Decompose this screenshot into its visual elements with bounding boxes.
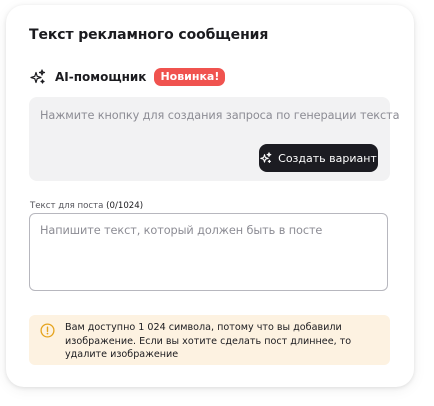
ai-helper-label: AI-помощник <box>55 70 147 84</box>
ai-helper-header: AI-помощник Новинка! <box>30 67 226 87</box>
ai-helper-panel: Нажмите кнопку для создания запроса по г… <box>29 97 400 181</box>
post-text-label-text: Текст для поста <box>30 201 104 211</box>
post-text-label: Текст для поста (0/1024) <box>30 201 143 211</box>
post-text-placeholder: Напишите текст, который должен быть в по… <box>40 224 323 237</box>
create-variant-label: Создать вариант <box>278 151 377 165</box>
create-variant-button[interactable]: Создать вариант <box>259 144 378 172</box>
notice-text: Вам доступно 1 024 символа, потому что в… <box>65 322 352 360</box>
sparkles-icon <box>260 152 272 164</box>
post-text-input[interactable]: Напишите текст, который должен быть в по… <box>29 213 388 291</box>
section-title: Текст рекламного сообщения <box>29 27 269 43</box>
ad-message-card: Текст рекламного сообщения AI-помощник Н… <box>6 5 414 387</box>
char-limit-notice: Вам доступно 1 024 символа, потому что в… <box>29 315 390 365</box>
warning-circle-icon <box>40 323 55 338</box>
sparkles-icon <box>30 69 46 85</box>
new-badge: Новинка! <box>154 68 226 86</box>
char-counter: (0/1024) <box>106 201 144 211</box>
ai-helper-hint: Нажмите кнопку для создания запроса по г… <box>40 109 400 122</box>
